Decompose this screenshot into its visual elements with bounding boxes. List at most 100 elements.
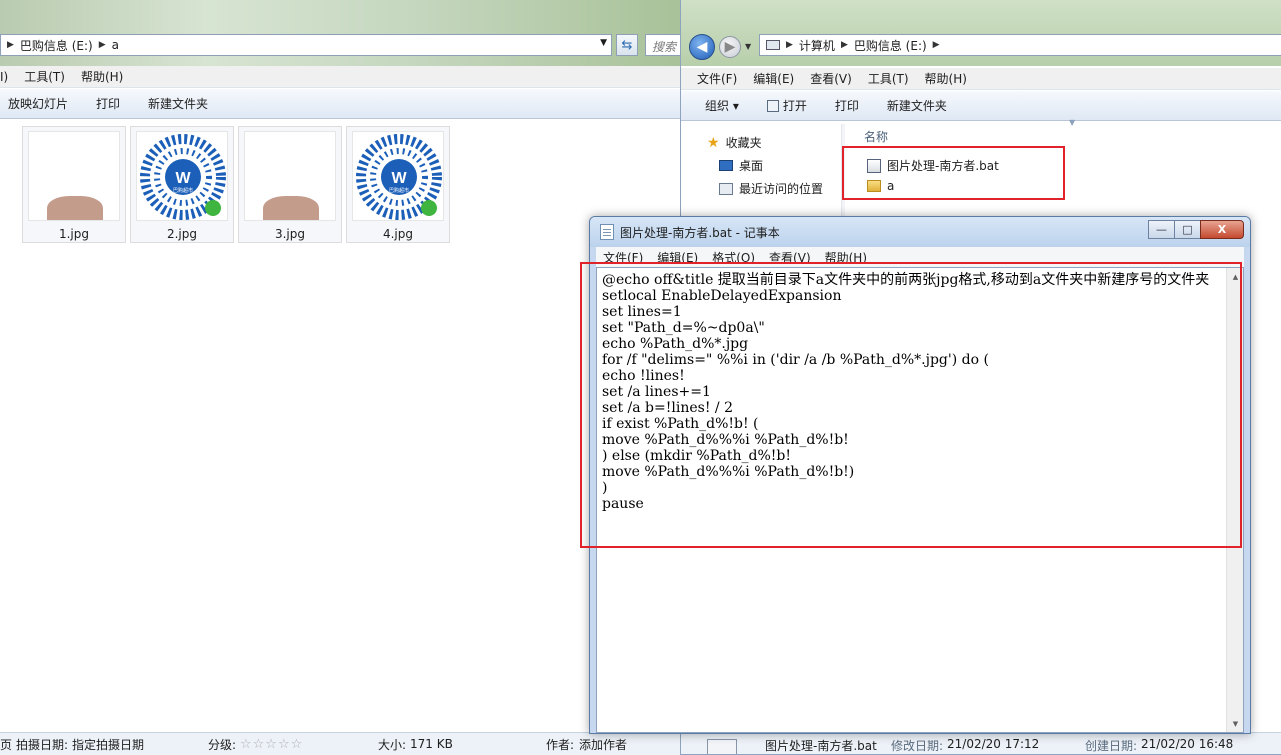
- code-line: for /f "delims=" %%i in ('dir /a /b %Pat…: [602, 352, 989, 368]
- address-dropdown-icon[interactable]: ▼: [600, 38, 607, 48]
- print-button[interactable]: 打印: [82, 95, 134, 112]
- notepad-content[interactable]: @echo off&title 提取当前目录下a文件夹中的前两张jpg格式,移动…: [602, 272, 1232, 512]
- menu-tools[interactable]: 工具(T): [16, 68, 73, 85]
- forward-button[interactable]: ▶: [719, 36, 741, 58]
- menu-tools[interactable]: 工具(T): [860, 70, 917, 87]
- sort-caret-icon: ▼: [1069, 118, 1076, 127]
- file-name: a: [887, 179, 895, 193]
- scroll-up-icon[interactable]: ▲: [1227, 268, 1243, 285]
- file-name: 4.jpg: [382, 227, 414, 241]
- file-thumbnail[interactable]: W 巴购超市 2.jpg: [130, 126, 234, 243]
- qr-code-image: W 巴购超市: [136, 131, 228, 221]
- breadcrumb-arrow-icon: ▶: [786, 40, 793, 50]
- menu-help[interactable]: 帮助(H): [73, 68, 131, 85]
- notepad-window: 图片处理-南方者.bat - 记事本 — □ X 文件(F) 编辑(E) 格式(…: [589, 216, 1251, 734]
- file-row-folder[interactable]: a: [867, 179, 894, 193]
- file-name: 3.jpg: [274, 227, 306, 241]
- left-explorer-window: ▶ 巴购信息 (E:) ▶ a ▼ ⇆ 搜索 I) 工具(T) 帮助(H) 放映…: [0, 0, 690, 755]
- np-menu-file[interactable]: 文件(F): [596, 249, 650, 266]
- menu-edit[interactable]: 编辑(E): [745, 70, 802, 87]
- breadcrumb-folder[interactable]: a: [112, 38, 119, 52]
- modified-label: 修改日期:: [891, 739, 944, 753]
- code-line: move %Path_d%%%i %Path_d%!b!: [602, 432, 849, 448]
- svg-text:巴购超市: 巴购超市: [173, 187, 193, 194]
- left-window-frame: [0, 0, 689, 66]
- left-address-bar[interactable]: ▶ 巴购信息 (E:) ▶ a ▼: [0, 34, 612, 56]
- breadcrumb-computer[interactable]: 计算机: [799, 37, 835, 54]
- open-button[interactable]: 打开: [753, 97, 821, 114]
- svg-text:W: W: [391, 170, 407, 187]
- right-menubar: 文件(F) 编辑(E) 查看(V) 工具(T) 帮助(H): [681, 68, 1281, 90]
- desktop-icon: [719, 160, 733, 171]
- left-menubar: I) 工具(T) 帮助(H): [0, 66, 689, 88]
- created-label: 创建日期:: [1085, 739, 1138, 753]
- back-button[interactable]: ◀: [689, 34, 715, 60]
- thumbnail-grid: 1.jpg W 巴购超市 2.jpg 3.jpg W 巴购超市 4.jpg: [22, 126, 450, 243]
- breadcrumb-arrow-icon: ▶: [98, 40, 106, 50]
- slideshow-button[interactable]: 放映幻灯片: [0, 95, 82, 112]
- bat-file-large-icon: [707, 739, 737, 754]
- breadcrumb-arrow-icon: ▶: [840, 40, 848, 50]
- rating-stars-icon[interactable]: ☆☆☆☆☆: [240, 737, 303, 752]
- breadcrumb-drive[interactable]: 巴购信息 (E:): [20, 37, 93, 54]
- file-thumbnail[interactable]: W 巴购超市 4.jpg: [346, 126, 450, 243]
- date-value[interactable]: 指定拍摄日期: [72, 736, 144, 753]
- right-window-frame: [681, 0, 1281, 66]
- notepad-menubar: 文件(F) 编辑(E) 格式(O) 查看(V) 帮助(H): [596, 247, 1244, 267]
- file-name: 图片处理-南方者.bat: [887, 159, 999, 173]
- close-button[interactable]: X: [1200, 220, 1244, 239]
- right-address-bar[interactable]: ▶ 计算机 ▶ 巴购信息 (E:) ▶: [759, 34, 1281, 56]
- nav-recent-places[interactable]: 最近访问的位置: [719, 180, 823, 197]
- organize-button[interactable]: 组织 ▾: [697, 97, 753, 114]
- code-line: pause: [602, 496, 644, 512]
- refresh-button[interactable]: ⇆: [616, 34, 638, 56]
- np-menu-edit[interactable]: 编辑(E): [650, 249, 705, 266]
- right-details-pane: 图片处理-南方者.bat 修改日期: 21/02/20 17:12 创建日期: …: [681, 732, 1281, 754]
- new-folder-button[interactable]: 新建文件夹: [134, 95, 222, 112]
- recent-places-icon: [719, 182, 733, 195]
- minimize-button[interactable]: —: [1148, 220, 1175, 239]
- menu-view[interactable]: 查看(V): [802, 70, 860, 87]
- refresh-icon: ⇆: [621, 37, 633, 53]
- left-details-pane: 页 拍摄日期: 指定拍摄日期 分级: ☆☆☆☆☆ 大小: 171 KB 作者: …: [0, 732, 689, 755]
- code-line: move %Path_d%%%i %Path_d%!b!): [602, 464, 855, 480]
- file-thumbnail[interactable]: 3.jpg: [238, 126, 342, 243]
- modified-value: 21/02/20 17:12: [947, 737, 1040, 751]
- file-thumbnail[interactable]: 1.jpg: [22, 126, 126, 243]
- file-row-bat[interactable]: 图片处理-南方者.bat: [867, 157, 999, 174]
- vertical-scrollbar[interactable]: ▲ ▼: [1226, 268, 1243, 732]
- notepad-icon: [600, 224, 614, 240]
- np-menu-view[interactable]: 查看(V): [762, 249, 818, 266]
- new-folder-button[interactable]: 新建文件夹: [873, 97, 961, 114]
- open-icon: [766, 99, 779, 112]
- menu-item[interactable]: I): [0, 70, 16, 84]
- recent-pages-icon[interactable]: ▼: [745, 42, 751, 51]
- scroll-down-icon[interactable]: ▼: [1227, 715, 1243, 732]
- column-header-name[interactable]: 名称: [864, 128, 888, 145]
- nav-desktop[interactable]: 桌面: [719, 157, 763, 174]
- np-menu-format[interactable]: 格式(O): [705, 249, 762, 266]
- print-button[interactable]: 打印: [821, 97, 873, 114]
- menu-help[interactable]: 帮助(H): [917, 70, 975, 87]
- file-name: 1.jpg: [58, 227, 90, 241]
- bat-file-icon: [867, 158, 881, 173]
- menu-file[interactable]: 文件(F): [689, 70, 745, 87]
- maximize-button[interactable]: □: [1174, 220, 1201, 239]
- author-value[interactable]: 添加作者: [579, 736, 627, 753]
- forward-arrow-icon: ▶: [724, 39, 736, 55]
- code-line: set /a b=!lines! / 2: [602, 400, 733, 416]
- notepad-titlebar[interactable]: 图片处理-南方者.bat - 记事本 — □ X: [590, 217, 1250, 247]
- breadcrumb-drive[interactable]: 巴购信息 (E:): [854, 37, 927, 54]
- np-menu-help[interactable]: 帮助(H): [818, 249, 874, 266]
- svg-text:巴购超市: 巴购超市: [389, 187, 409, 194]
- code-line: set lines=1: [602, 304, 682, 320]
- breadcrumb-arrow-icon: ▶: [932, 40, 940, 50]
- photo-thumbnail-image: [244, 131, 336, 221]
- code-line: setlocal EnableDelayedExpansion: [602, 288, 842, 304]
- code-line: @echo off&title 提取当前目录下a文件夹中的前两张jpg格式,移动…: [602, 272, 1210, 288]
- nav-favorites[interactable]: ★ 收藏夹: [707, 134, 762, 151]
- notepad-text-area[interactable]: @echo off&title 提取当前目录下a文件夹中的前两张jpg格式,移动…: [596, 267, 1244, 733]
- nav-label: 最近访问的位置: [739, 182, 824, 196]
- created-value: 21/02/20 16:48: [1141, 737, 1234, 751]
- notepad-title: 图片处理-南方者.bat - 记事本: [620, 225, 780, 240]
